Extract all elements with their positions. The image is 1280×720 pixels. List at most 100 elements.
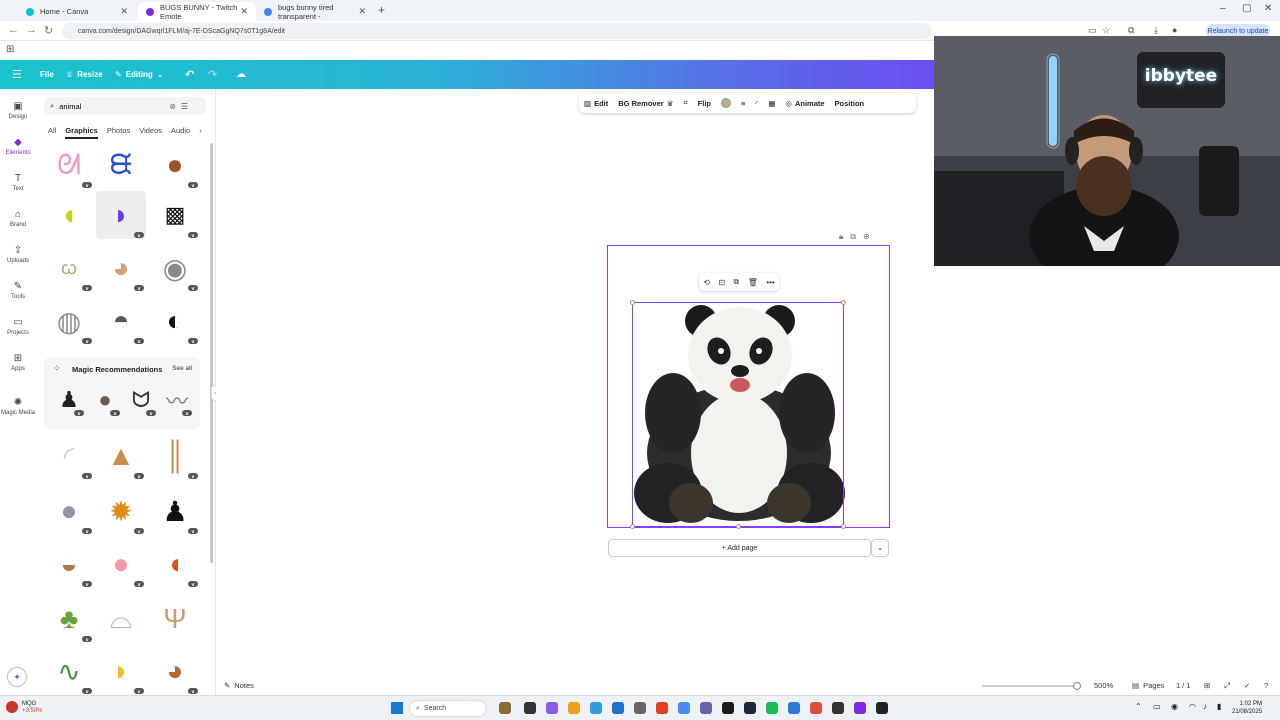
editing-mode-button[interactable]: ✎ Editing ⌄ xyxy=(115,60,164,89)
tab-audio[interactable]: Audio xyxy=(171,126,190,139)
rail-item-uploads[interactable]: ⇪ Uploads xyxy=(0,245,36,264)
graphic-dove[interactable]: ◗ ♛ xyxy=(96,191,146,239)
taskbar-app-icon[interactable] xyxy=(499,702,511,714)
taskbar-app-icon[interactable] xyxy=(678,702,690,714)
close-tab-icon[interactable]: ✕ xyxy=(120,6,128,17)
rail-item-projects[interactable]: ▭ Projects xyxy=(0,317,36,336)
graphic-snake[interactable]: ∿ ♛ xyxy=(44,647,94,695)
graphic-elephant[interactable]: ● ♛ xyxy=(44,487,94,535)
graphic-panda[interactable]: ◐ ♛ xyxy=(150,297,200,345)
rail-item-magic-media[interactable]: ✺ Magic Media xyxy=(0,397,36,416)
cast-icon[interactable]: ▭ xyxy=(1088,25,1097,36)
taskbar-app-icon[interactable] xyxy=(568,702,580,714)
border-style-button[interactable]: ≡ xyxy=(736,93,750,113)
lock-icon[interactable]: 🔒︎ xyxy=(839,232,843,242)
graphic-jungle-sign[interactable]: ♣ ♛ xyxy=(44,595,94,643)
volume-icon[interactable]: ♪ xyxy=(1203,702,1207,711)
search-input[interactable] xyxy=(59,101,165,111)
close-tab-icon[interactable]: ✕ xyxy=(240,6,248,17)
graphic-penguin[interactable]: ♟ ♛ xyxy=(150,487,200,535)
resize-handle[interactable] xyxy=(841,524,846,529)
weather-widget-icon[interactable] xyxy=(6,701,18,713)
graphic-bird[interactable]: ◗ ♛ xyxy=(96,647,146,695)
taskbar-app-icon[interactable] xyxy=(744,702,756,714)
clear-search-icon[interactable]: ⊗ xyxy=(169,102,176,111)
taskbar-app-icon[interactable] xyxy=(612,702,624,714)
graphic-butterfly[interactable]: ᙙ xyxy=(96,141,146,189)
rail-item-tools[interactable]: ✎ Tools xyxy=(0,281,36,300)
filter-icon[interactable]: ☰ xyxy=(181,102,188,111)
zoom-level[interactable]: 500% xyxy=(1094,681,1113,690)
see-all-link[interactable]: See all xyxy=(172,365,192,372)
graphic-koala[interactable]: ◉ ♛ xyxy=(150,244,200,292)
reload-icon[interactable]: ↻ xyxy=(44,24,53,37)
bookmark-star-icon[interactable]: ☆ xyxy=(1102,25,1110,36)
selected-element-frame[interactable] xyxy=(630,300,846,529)
taskbar-app-icon[interactable] xyxy=(656,702,668,714)
pages-button[interactable]: ▤ Pages xyxy=(1132,681,1164,690)
file-menu-button[interactable]: File xyxy=(40,60,54,89)
rail-item-design[interactable]: ▣ Design xyxy=(0,101,36,120)
taskbar-app-icon[interactable] xyxy=(766,702,778,714)
rail-item-brand[interactable]: ⌂ Brand xyxy=(0,209,36,228)
rec-lizard[interactable]: 〰 ♛ xyxy=(160,383,194,417)
download-icon[interactable]: ⤓ xyxy=(1154,25,1158,36)
graphic-rooster[interactable]: ◖ ♛ xyxy=(150,540,200,588)
taskbar-app-icon[interactable] xyxy=(700,702,712,714)
zoom-slider-track[interactable] xyxy=(982,685,1076,687)
url-field[interactable]: canva.com/design/DAGwqrl1FLM/aj-7E-DScaG… xyxy=(62,23,932,39)
battery-icon[interactable]: ▮ xyxy=(1217,702,1221,711)
refresh-icon[interactable]: ⟲ xyxy=(703,278,710,287)
resize-handle[interactable] xyxy=(630,524,635,529)
flip-button[interactable]: Flip xyxy=(693,93,716,113)
crop-button[interactable]: ⌗ xyxy=(678,93,692,113)
lock-icon[interactable]: ⊡ xyxy=(718,278,725,287)
taskbar-app-icon[interactable] xyxy=(722,702,734,714)
add-page-icon[interactable]: ⊕ xyxy=(863,232,870,242)
rail-item-text[interactable]: T Text xyxy=(0,173,36,192)
tray-icon[interactable]: ▭ xyxy=(1153,702,1161,711)
graphic-tortoise[interactable]: ◓ ♛ xyxy=(96,297,146,345)
rail-item-apps[interactable]: ⊞ Apps xyxy=(0,353,36,372)
browser-tab-current[interactable]: BUGS BUNNY - Twitch Emote ✕ xyxy=(138,2,256,21)
menu-icon[interactable]: ☰ xyxy=(12,60,22,89)
browser-tab-search[interactable]: bugs bunny tired transparent - ✕ xyxy=(256,2,374,21)
graphic-sloth[interactable]: ◒ ♛ xyxy=(44,540,94,588)
stock-widget[interactable]: MQG +3.50% xyxy=(22,701,43,715)
graphic-seal[interactable]: ◜ ♛ xyxy=(44,432,94,480)
position-button[interactable]: Position xyxy=(830,93,870,113)
system-clock[interactable]: 1:02 PM 21/08/2025 xyxy=(1232,700,1262,716)
trash-icon[interactable]: 🗑︎ xyxy=(748,278,758,287)
windows-start-icon[interactable] xyxy=(391,702,403,714)
tray-chevron-icon[interactable]: ⌃ xyxy=(1135,702,1142,711)
taskbar-app-icon[interactable] xyxy=(524,702,536,714)
taskbar-app-icon[interactable] xyxy=(546,702,558,714)
add-page-button[interactable]: + Add page xyxy=(608,539,871,557)
panel-scrollbar[interactable] xyxy=(210,143,213,563)
graphic-leopard-pattern[interactable]: ▩ ♛ xyxy=(150,191,200,239)
cloud-saved-icon[interactable]: ☁ xyxy=(236,60,246,89)
graphic-lion[interactable]: ✹ ♛ xyxy=(96,487,146,535)
bg-remover-button[interactable]: BG Remover ♛ xyxy=(613,93,678,113)
tab-all[interactable]: All xyxy=(48,126,56,139)
redo-icon[interactable]: ↷ xyxy=(208,60,217,89)
taskbar-app-icon[interactable] xyxy=(810,702,822,714)
corner-rounding-button[interactable]: ◜ xyxy=(750,93,763,113)
graphic-jellyfish[interactable]: ⌓ xyxy=(96,595,146,643)
magic-assistant-icon[interactable]: ✦ xyxy=(7,667,27,687)
forward-icon[interactable]: → xyxy=(26,24,37,36)
more-icon[interactable]: ••• xyxy=(766,278,774,287)
minimize-icon[interactable]: – xyxy=(1220,3,1226,14)
animate-button[interactable]: ◎ Animate xyxy=(780,93,829,113)
graphic-animal-group[interactable]: ꞷ ♛ xyxy=(44,244,94,292)
graphic-parakeet[interactable]: ◖ xyxy=(44,191,94,239)
taskbar-app-icon[interactable] xyxy=(876,702,888,714)
graphic-animal-stack[interactable]: ▲ ♛ xyxy=(96,432,146,480)
extensions-icon[interactable]: ⧉ xyxy=(1128,25,1134,36)
resize-handle[interactable] xyxy=(841,300,846,305)
resize-handle[interactable] xyxy=(630,300,635,305)
taskbar-app-icon[interactable] xyxy=(634,702,646,714)
rec-penguin[interactable]: ♟ ♛ xyxy=(52,383,86,417)
graphic-koala-branch[interactable]: ◍ ♛ xyxy=(44,297,94,345)
tabs-more-icon[interactable]: › xyxy=(199,126,202,139)
